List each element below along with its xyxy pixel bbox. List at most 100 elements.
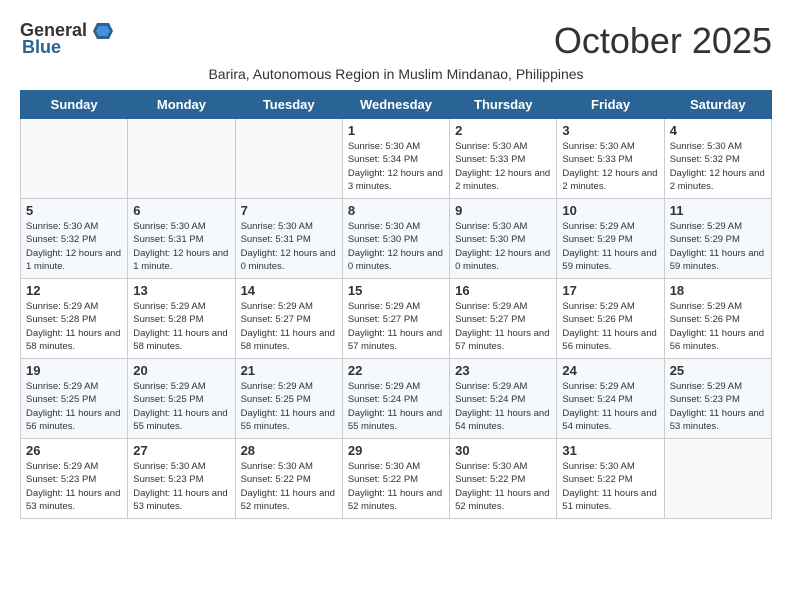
calendar-cell: 27 Sunrise: 5:30 AM Sunset: 5:23 PM Dayli… xyxy=(128,439,235,519)
calendar-cell: 21 Sunrise: 5:29 AM Sunset: 5:25 PM Dayli… xyxy=(235,359,342,439)
calendar-week-row: 19 Sunrise: 5:29 AM Sunset: 5:25 PM Dayli… xyxy=(21,359,772,439)
calendar-cell: 2 Sunrise: 5:30 AM Sunset: 5:33 PM Daylig… xyxy=(450,119,557,199)
day-info: Sunrise: 5:30 AM Sunset: 5:22 PM Dayligh… xyxy=(241,460,337,513)
calendar-cell: 4 Sunrise: 5:30 AM Sunset: 5:32 PM Daylig… xyxy=(664,119,771,199)
calendar-cell: 23 Sunrise: 5:29 AM Sunset: 5:24 PM Dayli… xyxy=(450,359,557,439)
calendar-cell: 30 Sunrise: 5:30 AM Sunset: 5:22 PM Dayli… xyxy=(450,439,557,519)
calendar-cell: 10Sunrise: 5:29 AM Sunset: 5:29 PM Dayli… xyxy=(557,199,664,279)
day-number: 30 xyxy=(455,443,551,458)
day-info: Sunrise: 5:30 AM Sunset: 5:32 PM Dayligh… xyxy=(26,220,122,273)
day-number: 28 xyxy=(241,443,337,458)
calendar-cell: 5 Sunrise: 5:30 AM Sunset: 5:32 PM Daylig… xyxy=(21,199,128,279)
calendar-table: SundayMondayTuesdayWednesdayThursdayFrid… xyxy=(20,90,772,519)
calendar-cell: 16 Sunrise: 5:29 AM Sunset: 5:27 PM Dayli… xyxy=(450,279,557,359)
day-info: Sunrise: 5:30 AM Sunset: 5:31 PM Dayligh… xyxy=(241,220,337,273)
day-number: 13 xyxy=(133,283,229,298)
day-number: 5 xyxy=(26,203,122,218)
day-info: Sunrise: 5:29 AM Sunset: 5:25 PM Dayligh… xyxy=(241,380,337,433)
day-number: 4 xyxy=(670,123,766,138)
day-info: Sunrise: 5:30 AM Sunset: 5:22 PM Dayligh… xyxy=(348,460,444,513)
logo: General Blue xyxy=(20,20,113,58)
calendar-cell: 26 Sunrise: 5:29 AM Sunset: 5:23 PM Dayli… xyxy=(21,439,128,519)
day-number: 3 xyxy=(562,123,658,138)
calendar-cell: 17 Sunrise: 5:29 AM Sunset: 5:26 PM Dayli… xyxy=(557,279,664,359)
logo-icon xyxy=(89,21,113,41)
day-info: Sunrise: 5:30 AM Sunset: 5:22 PM Dayligh… xyxy=(562,460,658,513)
day-number: 2 xyxy=(455,123,551,138)
weekday-header-wednesday: Wednesday xyxy=(342,91,449,119)
calendar-cell: 6Sunrise: 5:30 AM Sunset: 5:31 PM Daylig… xyxy=(128,199,235,279)
day-number: 23 xyxy=(455,363,551,378)
day-number: 9 xyxy=(455,203,551,218)
calendar-cell: 12Sunrise: 5:29 AM Sunset: 5:28 PM Dayli… xyxy=(21,279,128,359)
day-info: Sunrise: 5:30 AM Sunset: 5:22 PM Dayligh… xyxy=(455,460,551,513)
day-info: Sunrise: 5:30 AM Sunset: 5:32 PM Dayligh… xyxy=(670,140,766,193)
day-info: Sunrise: 5:29 AM Sunset: 5:24 PM Dayligh… xyxy=(348,380,444,433)
day-number: 27 xyxy=(133,443,229,458)
day-info: Sunrise: 5:29 AM Sunset: 5:27 PM Dayligh… xyxy=(348,300,444,353)
day-number: 31 xyxy=(562,443,658,458)
day-number: 8 xyxy=(348,203,444,218)
day-number: 16 xyxy=(455,283,551,298)
calendar-cell: 20Sunrise: 5:29 AM Sunset: 5:25 PM Dayli… xyxy=(128,359,235,439)
day-info: Sunrise: 5:29 AM Sunset: 5:26 PM Dayligh… xyxy=(670,300,766,353)
day-info: Sunrise: 5:29 AM Sunset: 5:27 PM Dayligh… xyxy=(241,300,337,353)
calendar-cell: 7 Sunrise: 5:30 AM Sunset: 5:31 PM Daylig… xyxy=(235,199,342,279)
calendar-cell: 18 Sunrise: 5:29 AM Sunset: 5:26 PM Dayli… xyxy=(664,279,771,359)
day-number: 21 xyxy=(241,363,337,378)
day-info: Sunrise: 5:29 AM Sunset: 5:27 PM Dayligh… xyxy=(455,300,551,353)
day-info: Sunrise: 5:29 AM Sunset: 5:23 PM Dayligh… xyxy=(26,460,122,513)
day-number: 18 xyxy=(670,283,766,298)
day-info: Sunrise: 5:29 AM Sunset: 5:24 PM Dayligh… xyxy=(562,380,658,433)
weekday-header-thursday: Thursday xyxy=(450,91,557,119)
calendar-cell: 14 Sunrise: 5:29 AM Sunset: 5:27 PM Dayli… xyxy=(235,279,342,359)
day-info: Sunrise: 5:29 AM Sunset: 5:29 PM Dayligh… xyxy=(670,220,766,273)
calendar-week-row: 12Sunrise: 5:29 AM Sunset: 5:28 PM Dayli… xyxy=(21,279,772,359)
calendar-cell xyxy=(128,119,235,199)
day-info: Sunrise: 5:30 AM Sunset: 5:30 PM Dayligh… xyxy=(455,220,551,273)
subtitle: Barira, Autonomous Region in Muslim Mind… xyxy=(20,66,772,82)
day-number: 25 xyxy=(670,363,766,378)
calendar-week-row: 1 Sunrise: 5:30 AM Sunset: 5:34 PM Daylig… xyxy=(21,119,772,199)
calendar-cell: 9 Sunrise: 5:30 AM Sunset: 5:30 PM Daylig… xyxy=(450,199,557,279)
day-info: Sunrise: 5:30 AM Sunset: 5:33 PM Dayligh… xyxy=(455,140,551,193)
day-info: Sunrise: 5:29 AM Sunset: 5:26 PM Dayligh… xyxy=(562,300,658,353)
day-number: 26 xyxy=(26,443,122,458)
calendar-cell: 13Sunrise: 5:29 AM Sunset: 5:28 PM Dayli… xyxy=(128,279,235,359)
calendar-cell: 8Sunrise: 5:30 AM Sunset: 5:30 PM Daylig… xyxy=(342,199,449,279)
day-info: Sunrise: 5:29 AM Sunset: 5:24 PM Dayligh… xyxy=(455,380,551,433)
day-number: 11 xyxy=(670,203,766,218)
calendar-cell: 24 Sunrise: 5:29 AM Sunset: 5:24 PM Dayli… xyxy=(557,359,664,439)
calendar-week-row: 26 Sunrise: 5:29 AM Sunset: 5:23 PM Dayli… xyxy=(21,439,772,519)
day-number: 15 xyxy=(348,283,444,298)
calendar-cell xyxy=(235,119,342,199)
weekday-header-row: SundayMondayTuesdayWednesdayThursdayFrid… xyxy=(21,91,772,119)
day-number: 29 xyxy=(348,443,444,458)
day-info: Sunrise: 5:30 AM Sunset: 5:33 PM Dayligh… xyxy=(562,140,658,193)
day-info: Sunrise: 5:29 AM Sunset: 5:29 PM Dayligh… xyxy=(562,220,658,273)
day-number: 17 xyxy=(562,283,658,298)
calendar-cell xyxy=(664,439,771,519)
calendar-cell: 29 Sunrise: 5:30 AM Sunset: 5:22 PM Dayli… xyxy=(342,439,449,519)
calendar-cell: 31 Sunrise: 5:30 AM Sunset: 5:22 PM Dayli… xyxy=(557,439,664,519)
weekday-header-monday: Monday xyxy=(128,91,235,119)
day-number: 24 xyxy=(562,363,658,378)
weekday-header-saturday: Saturday xyxy=(664,91,771,119)
day-info: Sunrise: 5:30 AM Sunset: 5:23 PM Dayligh… xyxy=(133,460,229,513)
calendar-cell: 15 Sunrise: 5:29 AM Sunset: 5:27 PM Dayli… xyxy=(342,279,449,359)
calendar-cell: 19 Sunrise: 5:29 AM Sunset: 5:25 PM Dayli… xyxy=(21,359,128,439)
day-number: 7 xyxy=(241,203,337,218)
calendar-cell xyxy=(21,119,128,199)
calendar-cell: 1 Sunrise: 5:30 AM Sunset: 5:34 PM Daylig… xyxy=(342,119,449,199)
calendar-cell: 11 Sunrise: 5:29 AM Sunset: 5:29 PM Dayli… xyxy=(664,199,771,279)
calendar-cell: 28 Sunrise: 5:30 AM Sunset: 5:22 PM Dayli… xyxy=(235,439,342,519)
day-number: 1 xyxy=(348,123,444,138)
day-number: 22 xyxy=(348,363,444,378)
day-info: Sunrise: 5:29 AM Sunset: 5:25 PM Dayligh… xyxy=(26,380,122,433)
day-number: 6 xyxy=(133,203,229,218)
day-info: Sunrise: 5:30 AM Sunset: 5:34 PM Dayligh… xyxy=(348,140,444,193)
logo-blue-text: Blue xyxy=(22,37,61,58)
day-number: 14 xyxy=(241,283,337,298)
day-number: 20 xyxy=(133,363,229,378)
day-number: 19 xyxy=(26,363,122,378)
